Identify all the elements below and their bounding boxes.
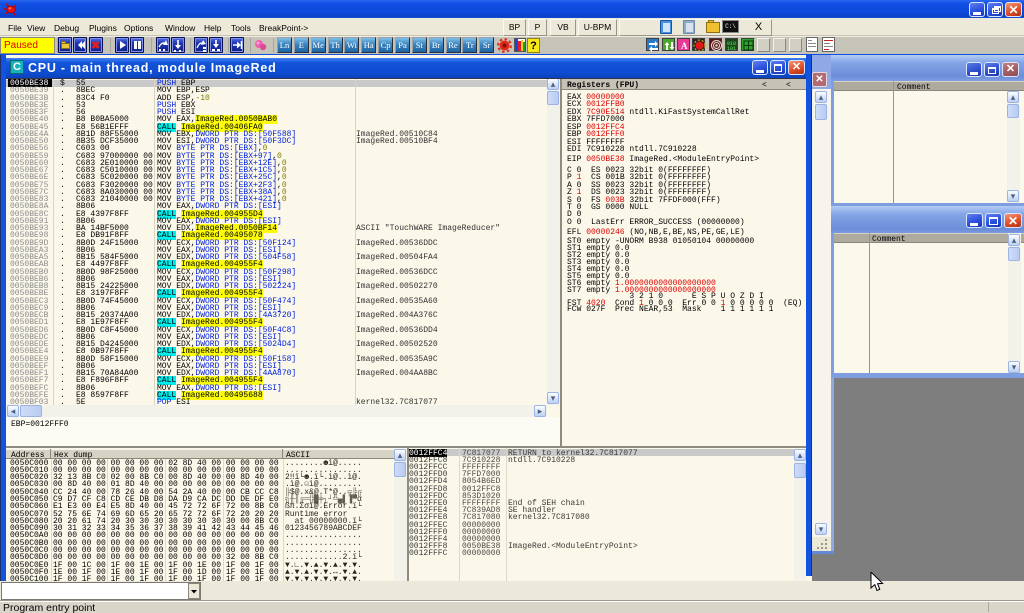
svg-text:A: A	[681, 41, 688, 51]
svg-text:101: 101	[727, 46, 736, 52]
